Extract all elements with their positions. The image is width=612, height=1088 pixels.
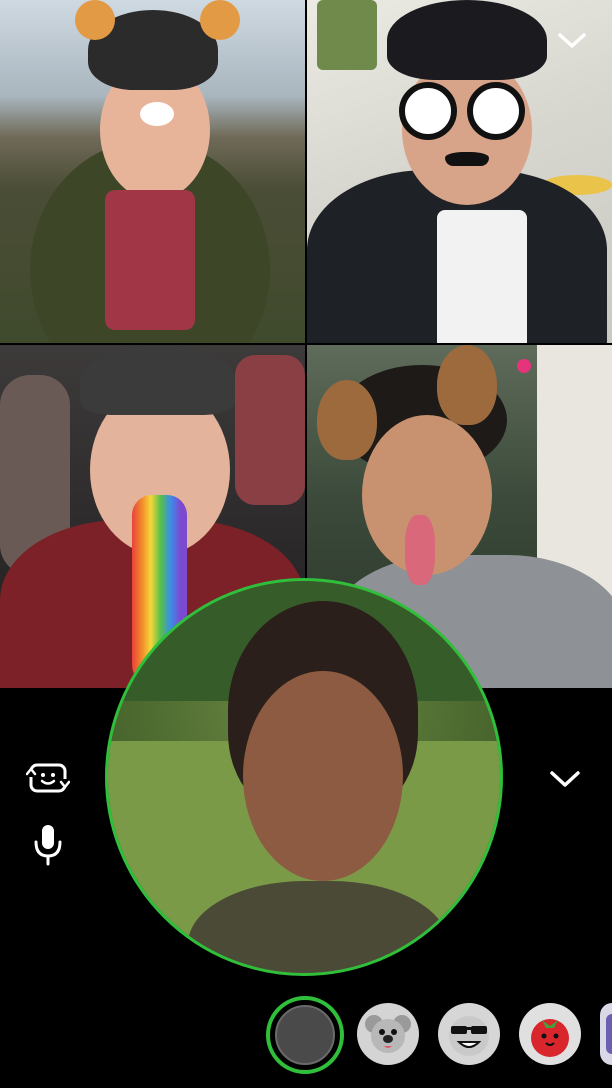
capture-button-inner bbox=[275, 1005, 335, 1065]
tongue bbox=[405, 515, 435, 585]
face-shape bbox=[243, 671, 403, 881]
bunny-ear-right bbox=[437, 345, 497, 425]
deer-ear-left bbox=[75, 0, 115, 40]
lens-sunglasses[interactable] bbox=[438, 1003, 500, 1065]
deer-snout bbox=[140, 102, 174, 126]
hair-shape bbox=[387, 0, 547, 80]
microphone-button[interactable] bbox=[28, 822, 68, 868]
chevron-down-icon bbox=[550, 771, 580, 787]
capture-button[interactable] bbox=[266, 996, 344, 1074]
cap-shape bbox=[80, 345, 235, 415]
plaid-scarf bbox=[105, 190, 195, 330]
tomato-icon bbox=[531, 1019, 569, 1057]
mustache bbox=[445, 152, 489, 166]
flip-camera-icon bbox=[26, 763, 70, 793]
koala-icon bbox=[365, 1015, 411, 1053]
flip-camera-button[interactable] bbox=[24, 758, 72, 798]
bunny-ear-left bbox=[317, 380, 377, 460]
pink-ornament bbox=[517, 359, 531, 373]
partial-lens-icon bbox=[606, 1014, 612, 1054]
chevron-down-icon bbox=[558, 33, 586, 48]
participant-video-2[interactable] bbox=[307, 0, 612, 343]
deer-ear-right bbox=[200, 0, 240, 40]
self-camera-view[interactable] bbox=[105, 578, 503, 976]
participant-video-1[interactable] bbox=[0, 0, 305, 343]
microphone-icon bbox=[34, 825, 62, 866]
cartoon-eye-left bbox=[399, 82, 457, 140]
collapse-button[interactable] bbox=[552, 25, 592, 57]
lens-partial[interactable] bbox=[600, 1003, 612, 1065]
sunglasses-smiley-icon bbox=[449, 1016, 489, 1056]
minimize-self-view-button[interactable] bbox=[545, 764, 585, 794]
striped-shirt bbox=[437, 210, 527, 343]
background-person bbox=[235, 355, 305, 505]
plant-frame bbox=[317, 0, 377, 70]
lens-tomato[interactable] bbox=[519, 1003, 581, 1065]
cartoon-eye-right bbox=[467, 82, 525, 140]
lens-koala[interactable] bbox=[357, 1003, 419, 1065]
